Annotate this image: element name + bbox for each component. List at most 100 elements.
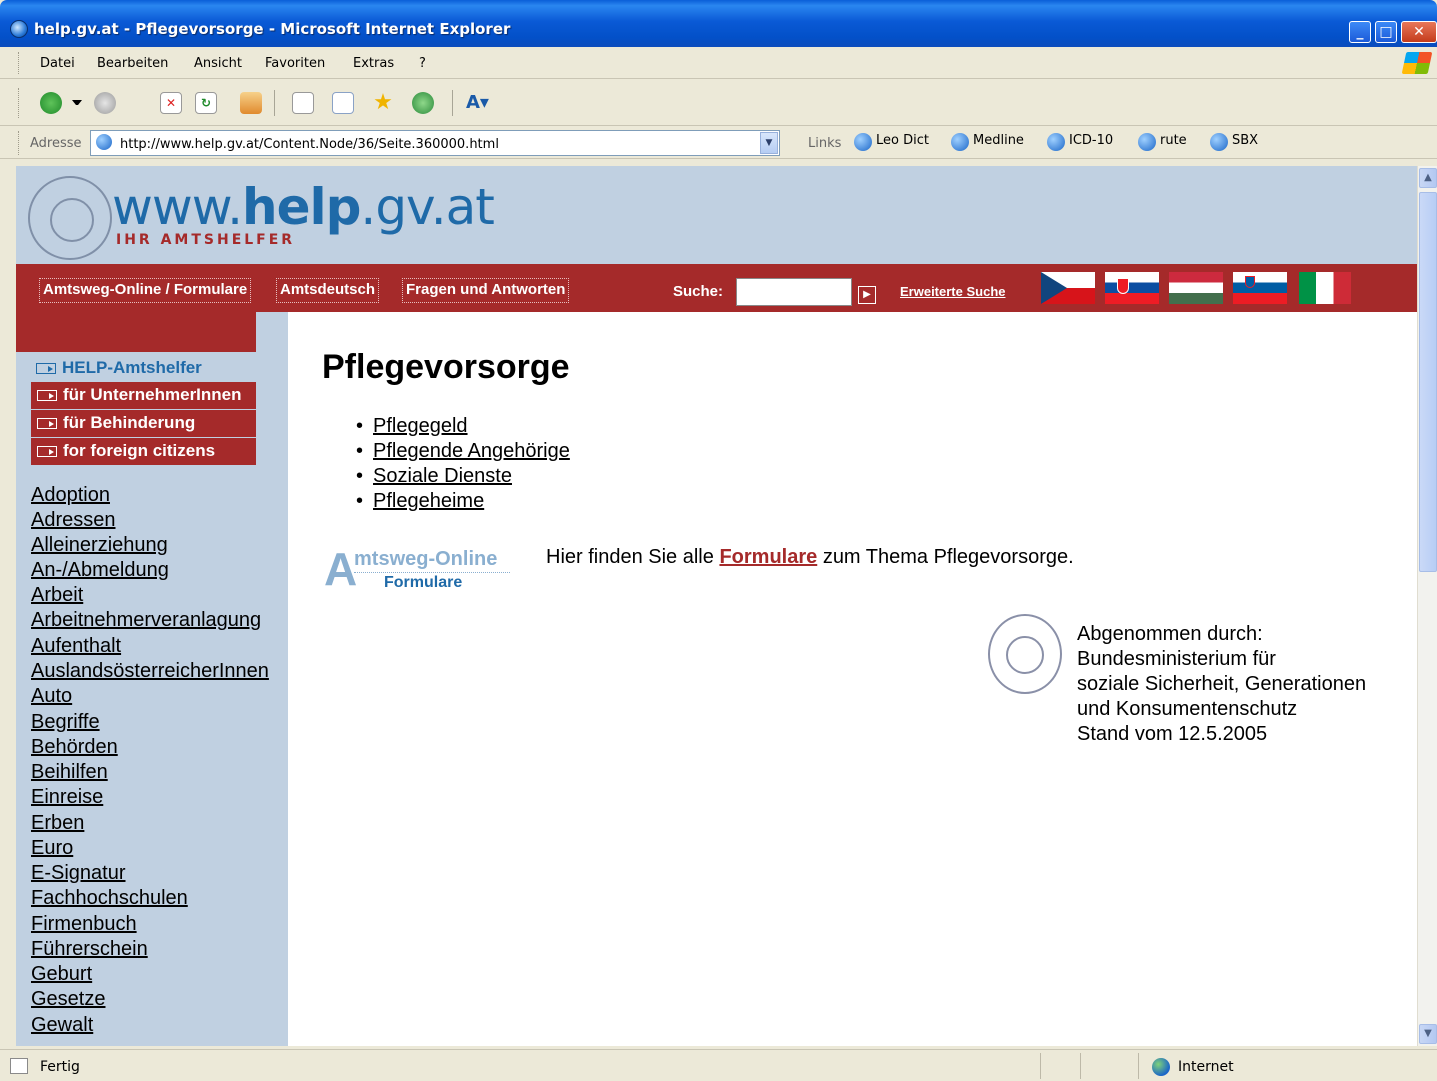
- address-label: Adresse: [30, 136, 82, 151]
- links-label: Links: [808, 136, 842, 151]
- at-logo-icon: [28, 176, 112, 260]
- italian-flag[interactable]: [1299, 272, 1351, 304]
- topic-fuehrerschein[interactable]: Führerschein: [31, 938, 148, 961]
- sidebar-foreign-citizens[interactable]: for foreign citizens: [31, 438, 256, 466]
- topic-gewalt[interactable]: Gewalt: [31, 1014, 93, 1037]
- back-dropdown-icon[interactable]: [72, 100, 82, 106]
- link-soziale-dienste[interactable]: Soziale Dienste: [373, 465, 512, 487]
- search-icon[interactable]: [332, 92, 354, 114]
- link-pflegeheime[interactable]: Pflegeheime: [373, 490, 484, 512]
- topic-behoerden[interactable]: Behörden: [31, 736, 118, 759]
- page-ie-icon: [96, 134, 112, 150]
- status-text: Fertig: [40, 1059, 80, 1075]
- history-icon[interactable]: [412, 92, 434, 114]
- advanced-search-link[interactable]: Erweiterte Suche: [900, 284, 1006, 299]
- list-item[interactable]: Pflegende Angehörige: [356, 440, 570, 465]
- menu-extras[interactable]: Extras: [353, 56, 394, 71]
- sidebar-red-bar: [16, 312, 256, 352]
- search-label: Suche:: [673, 283, 724, 300]
- topic-beihilfen[interactable]: Beihilfen: [31, 761, 108, 784]
- page-title: Pflegevorsorge: [322, 348, 570, 386]
- slovenian-flag[interactable]: [1233, 272, 1287, 304]
- search-go-icon[interactable]: ▶: [858, 286, 876, 304]
- mail-icon[interactable]: [292, 92, 314, 114]
- hungarian-flag[interactable]: [1169, 272, 1223, 304]
- address-url[interactable]: http://www.help.gv.at/Content.Node/36/Se…: [120, 137, 499, 152]
- forward-icon[interactable]: [94, 92, 116, 114]
- topic-adressen[interactable]: Adressen: [31, 509, 116, 532]
- arrow-box-icon: [37, 446, 57, 458]
- slovak-flag[interactable]: [1105, 272, 1159, 304]
- menu-help[interactable]: ?: [419, 56, 426, 71]
- topic-geburt[interactable]: Geburt: [31, 963, 92, 986]
- status-separator: [1040, 1053, 1041, 1079]
- list-item[interactable]: Pflegegeld: [356, 415, 570, 440]
- link-medline[interactable]: Medline: [951, 133, 1024, 153]
- home-icon[interactable]: [240, 92, 262, 114]
- address-dropdown-icon[interactable]: ▼: [760, 132, 778, 154]
- menu-datei[interactable]: Datei: [40, 56, 75, 71]
- search-input[interactable]: [736, 278, 852, 306]
- sidebar-unternehmer[interactable]: für UnternehmerInnen: [31, 382, 256, 410]
- ie-icon: [10, 20, 28, 38]
- link-leo-dict[interactable]: Leo Dict: [854, 133, 929, 153]
- czech-flag[interactable]: [1041, 272, 1095, 304]
- sidebar-help-amtshelfer[interactable]: HELP-Amtshelfer: [36, 358, 202, 378]
- arrow-box-icon: [36, 363, 56, 375]
- topic-an-abmeldung[interactable]: An-/Abmeldung: [31, 559, 169, 582]
- topic-begriffe[interactable]: Begriffe: [31, 711, 100, 734]
- topic-fachhochschulen[interactable]: Fachhochschulen: [31, 887, 188, 910]
- favorites-icon[interactable]: ★: [372, 92, 394, 114]
- ie-link-icon: [854, 133, 872, 151]
- list-item[interactable]: Soziale Dienste: [356, 465, 570, 490]
- formulare-note: Hier finden Sie alle Formulare zum Thema…: [546, 546, 1074, 568]
- topic-adoption[interactable]: Adoption: [31, 484, 110, 507]
- topic-arbeit[interactable]: Arbeit: [31, 584, 83, 607]
- window-title: help.gv.at - Pflegevorsorge - Microsoft …: [34, 20, 511, 38]
- scroll-thumb[interactable]: [1419, 192, 1437, 572]
- menu-favoriten[interactable]: Favoriten: [265, 56, 325, 71]
- nav-amtsweg-online[interactable]: Amtsweg-Online / Formulare: [39, 278, 252, 303]
- topic-auto[interactable]: Auto: [31, 685, 72, 708]
- amtsweg-logo-top: mtsweg-Online: [354, 548, 498, 570]
- list-item[interactable]: Pflegeheime: [356, 490, 570, 515]
- close-button[interactable]: ✕: [1401, 21, 1437, 43]
- topic-aufenthalt[interactable]: Aufenthalt: [31, 635, 121, 658]
- topic-auslandsoesterreicher[interactable]: AuslandsösterreicherInnen: [31, 660, 269, 683]
- topic-firmenbuch[interactable]: Firmenbuch: [31, 913, 137, 936]
- link-pflegende-angehoerige[interactable]: Pflegende Angehörige: [373, 440, 570, 462]
- refresh-icon[interactable]: ↻: [195, 92, 217, 114]
- nav-amtsdeutsch[interactable]: Amtsdeutsch: [276, 278, 380, 303]
- topic-arbeitnehmerveranlagung[interactable]: Arbeitnehmerveranlagung: [31, 609, 261, 632]
- topic-e-signatur[interactable]: E-Signatur: [31, 862, 126, 885]
- site-logo[interactable]: www.help.gv.at: [112, 178, 495, 236]
- address-grip: [18, 131, 21, 155]
- link-sbx[interactable]: SBX: [1210, 133, 1258, 153]
- amtsweg-online-logo[interactable]: A mtsweg-Online Formulare: [324, 546, 514, 596]
- link-pflegegeld[interactable]: Pflegegeld: [373, 415, 468, 437]
- back-icon[interactable]: [40, 92, 62, 114]
- nav-fragen-antworten[interactable]: Fragen und Antworten: [402, 278, 570, 303]
- maximize-button[interactable]: □: [1375, 21, 1397, 43]
- topic-erben[interactable]: Erben: [31, 812, 84, 835]
- menu-ansicht[interactable]: Ansicht: [194, 56, 242, 71]
- scroll-up-icon[interactable]: ▲: [1419, 168, 1437, 188]
- topic-euro[interactable]: Euro: [31, 837, 73, 860]
- stop-icon[interactable]: ✕: [160, 92, 182, 114]
- toolbar-separator: [274, 90, 275, 116]
- security-zone: Internet: [1178, 1059, 1234, 1075]
- topic-gesetze[interactable]: Gesetze: [31, 988, 105, 1011]
- menu-bearbeiten[interactable]: Bearbeiten: [97, 56, 168, 71]
- topic-einreise[interactable]: Einreise: [31, 786, 103, 809]
- vertical-scrollbar[interactable]: ▲ ▼: [1417, 166, 1437, 1046]
- minimize-button[interactable]: _: [1349, 21, 1371, 43]
- link-rute[interactable]: rute: [1138, 133, 1187, 153]
- arrow-box-icon: [37, 390, 57, 402]
- link-icd-10[interactable]: ICD-10: [1047, 133, 1113, 153]
- topic-link-list: Pflegegeld Pflegende Angehörige Soziale …: [356, 415, 570, 515]
- topic-alleinerziehung[interactable]: Alleinerziehung: [31, 534, 168, 557]
- scroll-down-icon[interactable]: ▼: [1419, 1024, 1437, 1044]
- font-icon[interactable]: A▾: [466, 92, 489, 114]
- sidebar-behinderung[interactable]: für Behinderung: [31, 410, 256, 438]
- formulare-link[interactable]: Formulare: [719, 546, 817, 568]
